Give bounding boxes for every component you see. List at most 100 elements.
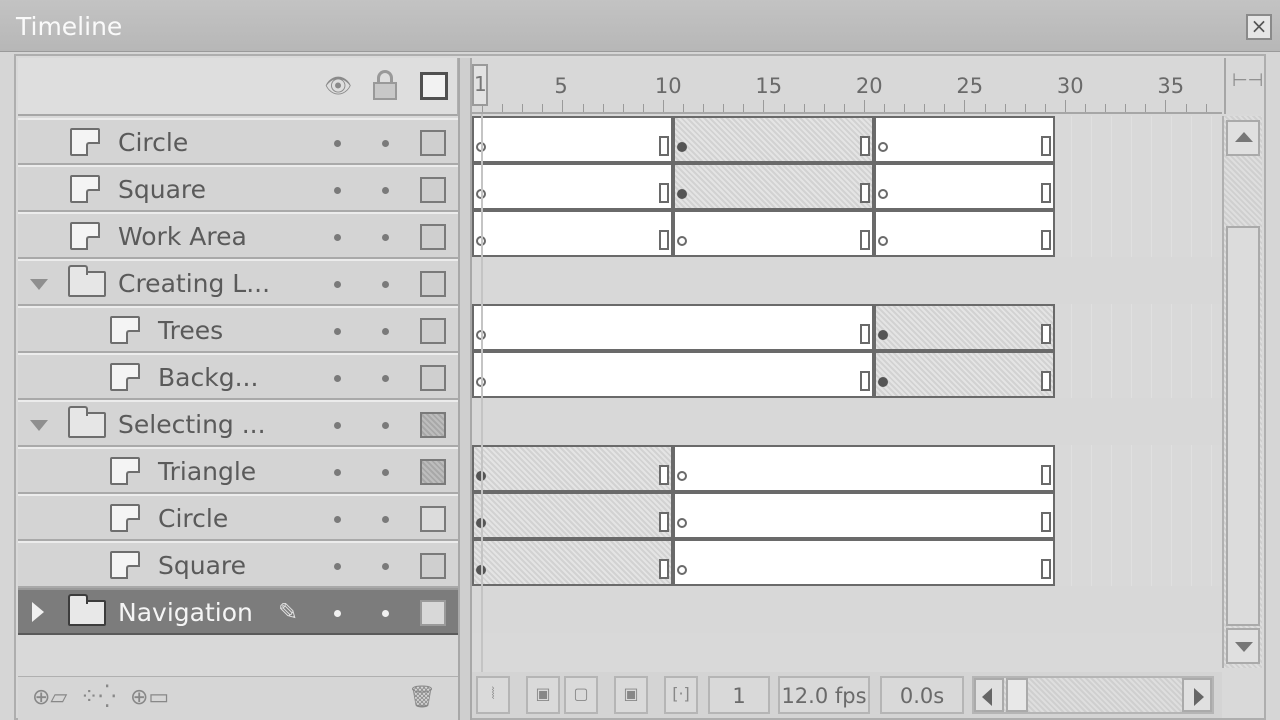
vertical-scrollbar[interactable] [1222,116,1262,668]
keyframe[interactable] [878,330,888,340]
scroll-right-button[interactable] [1182,678,1212,712]
keyframe[interactable] [677,142,687,152]
hscroll-thumb[interactable] [1006,678,1028,712]
end-frame-marker[interactable] [860,183,870,203]
eye-icon[interactable]: 👁 [318,74,358,100]
insert-layer-icon[interactable]: ⊕▱ [32,685,67,710]
blank-keyframe[interactable] [677,518,687,528]
lock-toggle[interactable] [382,563,389,570]
frame-row[interactable] [472,539,1222,586]
visibility-toggle[interactable] [334,610,341,617]
visibility-toggle[interactable] [334,563,341,570]
collapse-folder-icon[interactable] [30,420,48,431]
frame-cells[interactable] [472,257,1222,304]
frame-row[interactable] [472,445,1222,492]
static-frame-span[interactable] [673,445,1055,492]
visibility-toggle[interactable] [334,422,341,429]
layer-row[interactable]: Work Area [18,212,458,259]
static-frame-span[interactable] [673,210,874,257]
lock-toggle[interactable] [382,187,389,194]
modify-onion-markers-icon[interactable]: [·] [664,676,698,714]
static-frame-span[interactable] [472,351,874,398]
layer-row[interactable]: Backg... [18,353,458,400]
blank-keyframe[interactable] [677,471,687,481]
outline-icon[interactable] [420,72,448,100]
motion-tween-span[interactable] [472,539,673,586]
frame-rate-field[interactable]: 12.0 fps [778,676,870,714]
outline-toggle[interactable] [420,318,446,344]
motion-tween-span[interactable] [874,351,1055,398]
visibility-toggle[interactable] [334,469,341,476]
layer-name[interactable]: Square [158,551,246,580]
layer-name[interactable]: Selecting ... [118,410,266,439]
frame-cells[interactable] [472,398,1222,445]
frame-row[interactable] [472,163,1222,210]
frame-cells[interactable] [472,586,1222,633]
end-frame-marker[interactable] [659,465,669,485]
static-frame-span[interactable] [472,210,673,257]
scroll-down-button[interactable] [1226,628,1260,664]
blank-keyframe[interactable] [677,565,687,575]
end-frame-marker[interactable] [1040,230,1051,250]
folder-row[interactable]: Creating L... [18,259,458,306]
layer-name[interactable]: Square [118,175,206,204]
outline-toggle[interactable] [420,506,446,532]
layer-row[interactable]: Triangle [18,447,458,494]
layer-name[interactable]: Navigation [118,598,253,627]
lock-toggle[interactable] [382,422,389,429]
visibility-toggle[interactable] [334,281,341,288]
keyframe[interactable] [677,189,687,199]
layer-name[interactable]: Work Area [118,222,247,251]
layer-row[interactable]: Circle [18,118,458,165]
layer-name[interactable]: Circle [158,504,228,533]
frame-view-menu-icon[interactable]: ⊢⊣ [1224,58,1263,114]
layer-row[interactable]: Square [18,165,458,212]
end-frame-marker[interactable] [860,230,870,250]
outline-toggle[interactable] [420,600,446,626]
lock-icon[interactable] [370,70,400,102]
end-frame-marker[interactable] [1040,465,1051,485]
edit-multiple-frames-icon[interactable]: ▣ [614,676,648,714]
layer-row[interactable]: Square [18,541,458,588]
frame-row[interactable] [472,586,1222,633]
visibility-toggle[interactable] [334,140,341,147]
lock-toggle[interactable] [382,234,389,241]
onion-skin-outlines-icon[interactable]: ▢ [564,676,598,714]
onion-skin-icon[interactable]: ▣ [526,676,560,714]
layer-name[interactable]: Creating L... [118,269,270,298]
visibility-toggle[interactable] [334,187,341,194]
frame-row[interactable] [472,116,1222,163]
static-frame-span[interactable] [472,304,874,351]
outline-toggle[interactable] [420,130,446,156]
blank-keyframe[interactable] [878,189,888,199]
add-motion-guide-icon[interactable]: ⁘⁛ [80,685,116,710]
end-frame-marker[interactable] [659,183,669,203]
outline-toggle[interactable] [420,553,446,579]
visibility-toggle[interactable] [334,516,341,523]
blank-keyframe[interactable] [677,236,687,246]
outline-toggle[interactable] [420,224,446,250]
static-frame-span[interactable] [472,116,673,163]
scroll-left-button[interactable] [974,678,1004,712]
frame-row[interactable] [472,210,1222,257]
static-frame-span[interactable] [874,116,1055,163]
keyframe[interactable] [878,377,888,387]
outline-toggle[interactable] [420,365,446,391]
layer-name[interactable]: Circle [118,128,188,157]
layer-row[interactable]: Circle [18,494,458,541]
end-frame-marker[interactable] [659,230,669,250]
horizontal-scrollbar[interactable] [972,676,1214,714]
blank-keyframe[interactable] [878,236,888,246]
end-frame-marker[interactable] [1040,559,1051,579]
layer-name[interactable]: Backg... [158,363,258,392]
frame-row[interactable] [472,257,1222,304]
motion-tween-span[interactable] [673,163,874,210]
end-frame-marker[interactable] [1040,371,1051,391]
motion-tween-span[interactable] [874,304,1055,351]
static-frame-span[interactable] [673,492,1055,539]
trash-icon[interactable]: 🗑 [408,685,436,710]
lock-toggle[interactable] [382,516,389,523]
visibility-toggle[interactable] [334,375,341,382]
frame-row[interactable] [472,304,1222,351]
end-frame-marker[interactable] [1040,183,1051,203]
